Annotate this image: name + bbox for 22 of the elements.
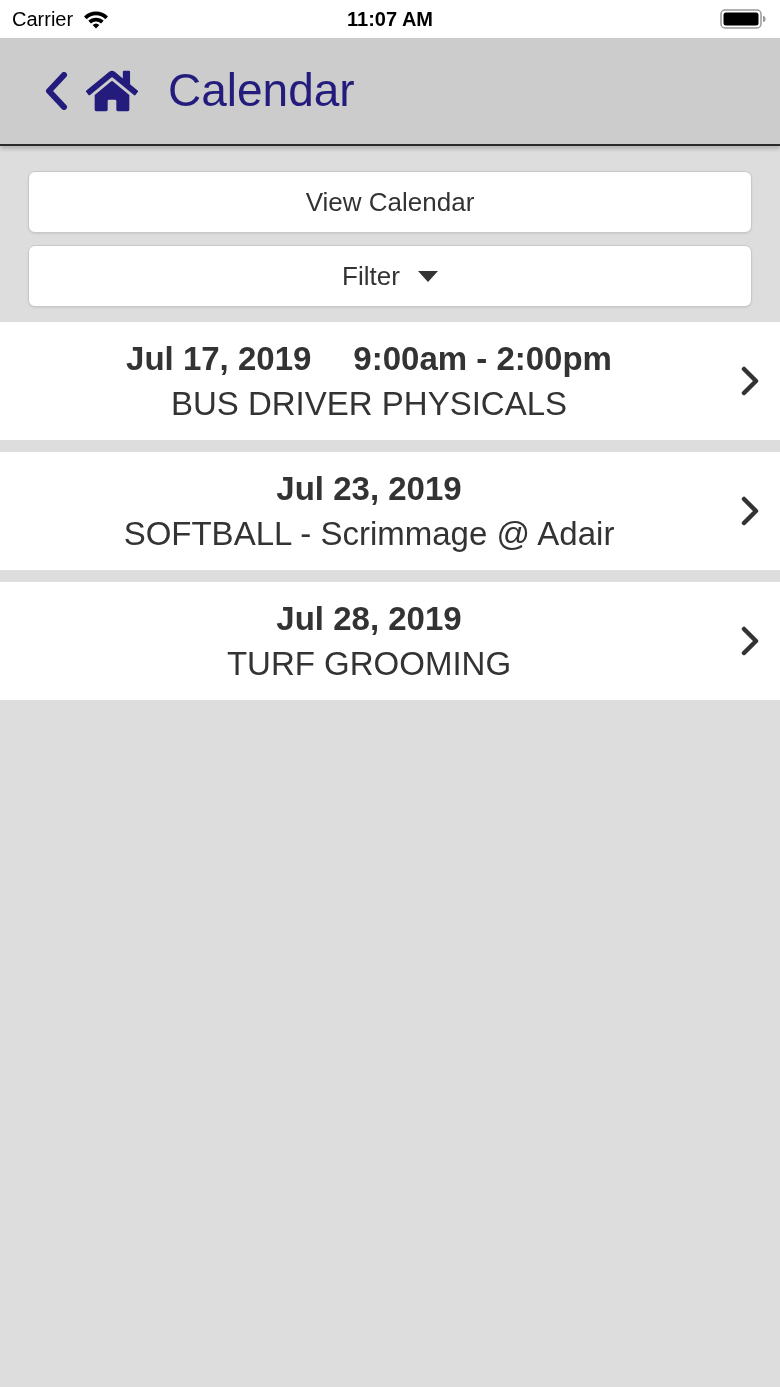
event-title: SOFTBALL - Scrimmage @ Adair xyxy=(123,514,615,554)
event-title: BUS DRIVER PHYSICALS xyxy=(170,384,568,424)
status-time: 11:07 AM xyxy=(347,7,433,31)
carrier-label: Carrier xyxy=(12,7,74,31)
back-icon[interactable] xyxy=(44,72,68,110)
caret-icon xyxy=(417,270,438,282)
event-row[interactable]: Jul 17, 2019 9:00am - 2:00pm BUS DRIVER PHYSICALS xyxy=(0,322,780,440)
battery-icon xyxy=(720,9,766,29)
page-title: Calendar xyxy=(168,67,355,115)
event-date: Jul 28, 2019 xyxy=(276,599,462,639)
event-date: Jul 23, 2019 xyxy=(276,469,462,509)
event-title: TURF GROOMING xyxy=(226,644,512,684)
event-date: Jul 17, 2019 xyxy=(126,339,312,379)
wifi-icon xyxy=(83,9,110,29)
event-row[interactable]: Jul 23, 2019 SOFTBALL - Scrimmage @ Adair xyxy=(0,452,780,570)
event-row[interactable]: Jul 28, 2019 TURF GROOMING xyxy=(0,582,780,700)
filter-dropdown[interactable]: Filter xyxy=(28,245,752,307)
event-time: 9:00am - 2:00pm xyxy=(353,339,612,379)
chevron-right-icon xyxy=(740,626,760,656)
view-calendar-button[interactable]: View Calendar xyxy=(28,171,752,233)
chevron-right-icon xyxy=(740,366,760,396)
chevron-right-icon xyxy=(740,496,760,526)
